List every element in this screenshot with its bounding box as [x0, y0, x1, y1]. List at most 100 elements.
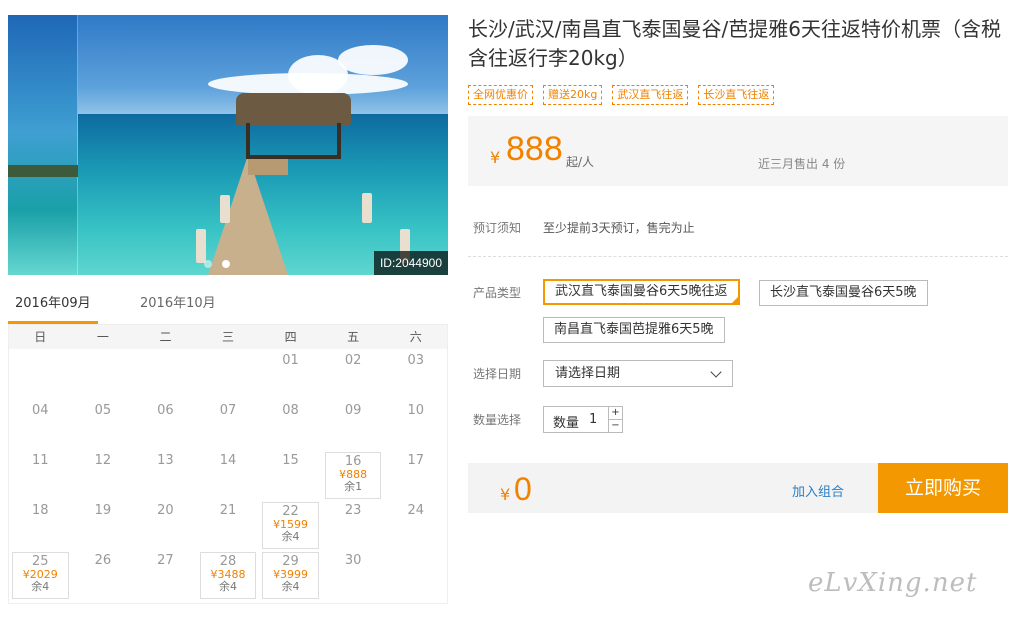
- cloud: [338, 45, 408, 75]
- day-number: 13: [157, 453, 174, 468]
- day-number: 05: [94, 403, 112, 418]
- day-stock: 余1: [344, 480, 363, 493]
- day-number: 19: [94, 503, 112, 518]
- day-number: 14: [219, 453, 237, 468]
- day-number: 27: [157, 553, 174, 568]
- calendar-day: 12: [72, 449, 135, 499]
- day-stock: 余4: [281, 580, 300, 593]
- day-number: 07: [219, 403, 237, 418]
- quantity-stepper[interactable]: 数量 1 + −: [543, 406, 623, 433]
- weekday-label: 三: [222, 330, 235, 344]
- day-number: 30: [344, 553, 362, 568]
- day-number: 16: [344, 454, 362, 469]
- buy-now-button[interactable]: 立即购买: [878, 463, 1008, 513]
- checkout-bar: ¥ 0 加入组合 立即购买: [468, 463, 1008, 513]
- sales-count: 近三月售出 4 份: [758, 157, 846, 171]
- image-id-tag: ID:2044900: [373, 251, 448, 275]
- tag-badge: 赠送20kg: [543, 85, 603, 105]
- tab-month-september[interactable]: 2016年09月: [8, 290, 98, 324]
- tab-month-october[interactable]: 2016年10月: [140, 290, 216, 324]
- qty-plus-button[interactable]: +: [608, 407, 622, 420]
- day-number: 03: [407, 353, 424, 368]
- calendar-day: 01: [259, 349, 322, 399]
- total-price: 0: [514, 471, 532, 507]
- day-number: 08: [282, 403, 299, 418]
- weekday-label: 日: [34, 330, 47, 344]
- pier-post: [362, 193, 372, 223]
- type-option-changsha-bangkok[interactable]: 长沙直飞泰国曼谷6天5晚: [759, 280, 928, 306]
- calendar-day: 24: [384, 499, 447, 549]
- tag-badge: 全网优惠价: [468, 85, 533, 105]
- qty-value[interactable]: 1: [589, 412, 597, 427]
- cloud: [208, 73, 408, 95]
- price-value: 888: [506, 130, 563, 168]
- add-combo-link[interactable]: 加入组合: [792, 481, 844, 500]
- calendar-day: 04: [9, 399, 72, 449]
- calendar-day: 17: [384, 449, 447, 499]
- calendar-day: 30: [322, 549, 385, 599]
- day-number: 28: [219, 554, 237, 569]
- calendar-day: 03: [384, 349, 447, 399]
- day-number: 21: [219, 503, 237, 518]
- calendar-grid: 01 02 03 04 05 06 07 08 09 10 11 12 13 14 15 16 ¥888 余1 17…: [9, 349, 447, 599]
- total-currency: ¥: [500, 485, 511, 504]
- tag-badge: 武汉直飞往返: [612, 85, 689, 105]
- type-option-label: 武汉直飞泰国曼谷6天5晚往返: [555, 284, 728, 299]
- date-select[interactable]: 请选择日期: [543, 360, 733, 387]
- previous-slide-preview[interactable]: [8, 15, 78, 275]
- calendar-day: 18: [9, 499, 72, 549]
- site-watermark: eLvXing.net: [808, 568, 978, 598]
- calendar-day: 02: [322, 349, 385, 399]
- day-number: 01: [282, 353, 299, 368]
- month-tabs: 2016年09月 2016年10月: [8, 290, 448, 324]
- day-number: 26: [94, 553, 112, 568]
- calendar-day-available[interactable]: 28 ¥3488 余4: [199, 552, 257, 599]
- type-option-wuhan-bangkok[interactable]: 武汉直飞泰国曼谷6天5晚往返: [543, 279, 740, 305]
- day-number: 09: [344, 403, 362, 418]
- weekday-label: 一: [96, 330, 109, 344]
- calendar-day-available[interactable]: 16 ¥888 余1: [324, 452, 382, 499]
- price-currency: ¥: [490, 148, 501, 167]
- notice-text: 至少提前3天预订，售完为止: [543, 221, 695, 235]
- pier-post: [220, 195, 230, 223]
- notice-label: 预订须知: [473, 221, 522, 235]
- day-number: 10: [407, 403, 424, 418]
- weekday-header: 日 一 二 三 四 五 六: [9, 325, 447, 349]
- carousel-dot-active[interactable]: [222, 260, 230, 268]
- price-unit: 起/人: [566, 155, 595, 169]
- calendar-day-available[interactable]: 22 ¥1599 余4: [262, 502, 319, 549]
- tag-badge: 长沙直飞往返: [698, 85, 775, 105]
- calendar-day: [197, 349, 260, 399]
- day-number: 24: [407, 503, 424, 518]
- day-stock: 余4: [281, 530, 300, 543]
- qty-minus-button[interactable]: −: [608, 420, 622, 433]
- calendar-day: [72, 349, 135, 399]
- day-number: 20: [157, 503, 174, 518]
- calendar-day: 15: [259, 449, 322, 499]
- calendar-day: 26: [72, 549, 135, 599]
- calendar-day: [134, 349, 197, 399]
- calendar-day-available[interactable]: 29 ¥3999 余4: [262, 552, 319, 599]
- calendar-day: 20: [134, 499, 197, 549]
- carousel-dot[interactable]: [204, 260, 212, 268]
- calendar-day: 21: [197, 499, 260, 549]
- date-select-value: 请选择日期: [555, 366, 621, 381]
- product-image[interactable]: ID:2044900: [8, 15, 448, 275]
- selected-corner-icon: [730, 296, 739, 304]
- type-option-nanchang-pattaya[interactable]: 南昌直飞泰国芭提雅6天5晚: [543, 317, 725, 343]
- day-number: 29: [282, 554, 299, 569]
- day-number: 18: [32, 503, 49, 518]
- calendar-day: 07: [197, 399, 260, 449]
- calendar-day: 08: [259, 399, 322, 449]
- calendar-day-available[interactable]: 25 ¥2029 余4: [12, 552, 69, 599]
- day-number: 04: [32, 403, 49, 418]
- calendar-day: 10: [384, 399, 447, 449]
- carousel-dots[interactable]: [204, 253, 240, 272]
- calendar-day: 19: [72, 499, 135, 549]
- day-number: 12: [94, 453, 112, 468]
- qty-label: 数量选择: [473, 413, 522, 427]
- weekday-label: 二: [159, 330, 172, 344]
- calendar-day: 09: [322, 399, 385, 449]
- qty-inner-label: 数量: [553, 416, 580, 431]
- day-number: 25: [32, 554, 49, 569]
